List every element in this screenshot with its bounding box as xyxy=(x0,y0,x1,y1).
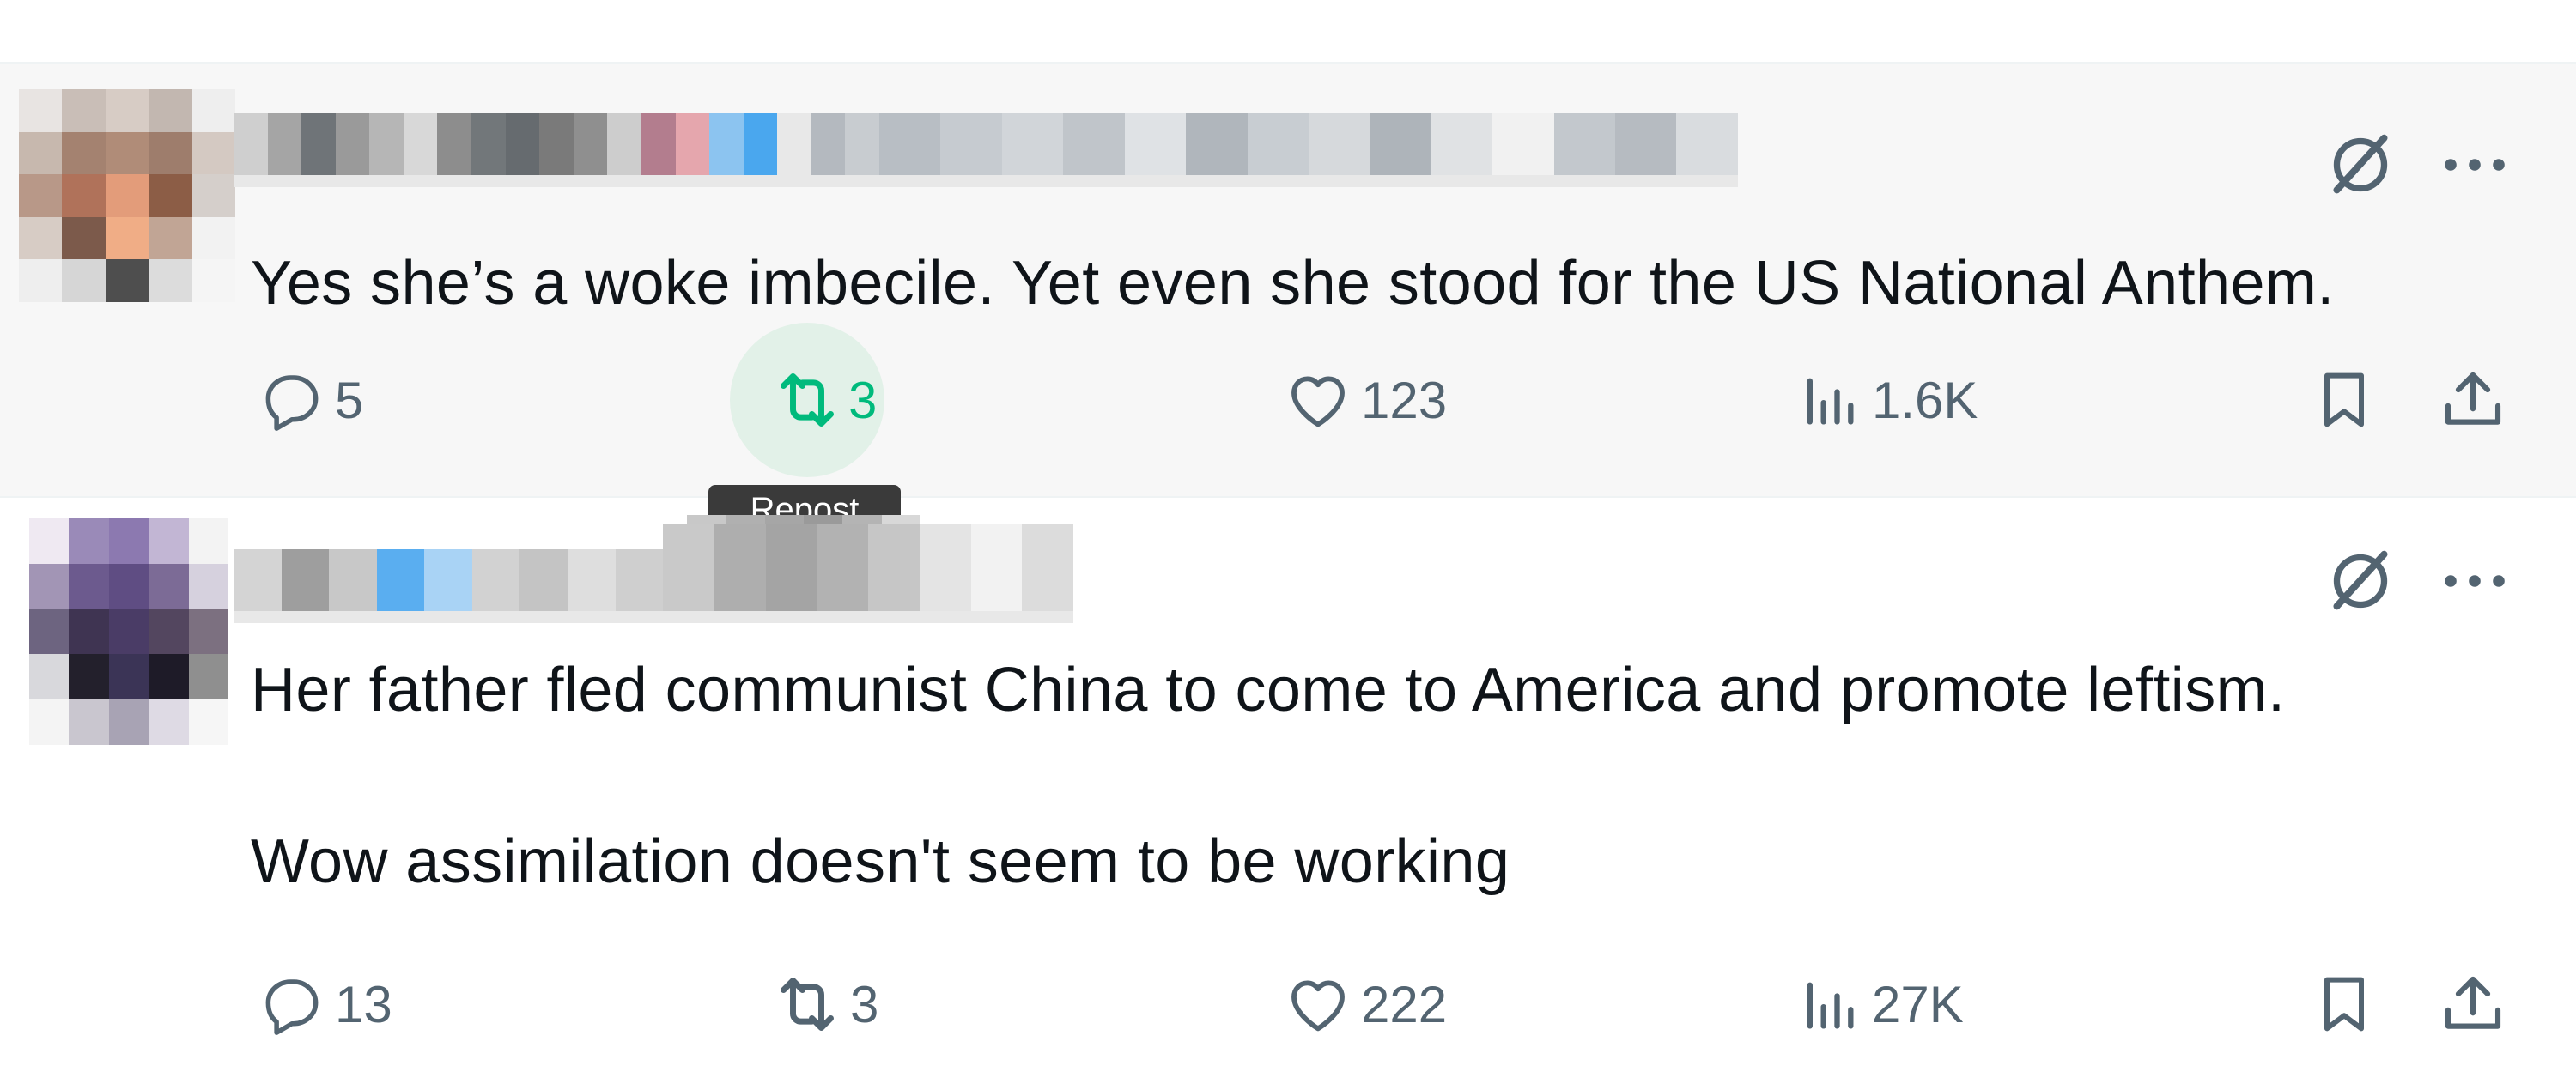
more-icon[interactable] xyxy=(2440,148,2509,182)
like-icon xyxy=(1275,961,1361,1047)
reply-button[interactable]: 13 xyxy=(249,961,392,1047)
share-icon xyxy=(2430,357,2516,443)
repost-count: 3 xyxy=(850,975,879,1033)
bookmark-button[interactable] xyxy=(2301,961,2387,1047)
views-icon xyxy=(1786,961,1872,1047)
reply-count: 13 xyxy=(335,975,392,1033)
bookmark-icon xyxy=(2301,357,2387,443)
grok-icon[interactable] xyxy=(2323,543,2398,619)
share-button[interactable] xyxy=(2430,961,2516,1047)
views-count: 27K xyxy=(1872,975,1964,1033)
bookmark-button[interactable] xyxy=(2301,357,2387,443)
like-count: 123 xyxy=(1361,371,1448,429)
views-button[interactable]: 27K xyxy=(1786,961,1964,1047)
reply-button[interactable]: 5 xyxy=(249,357,363,443)
reply-count: 5 xyxy=(335,371,364,429)
post[interactable]: Her father fled communist China to come … xyxy=(0,498,2576,1078)
repost-button[interactable]: 3 xyxy=(764,961,878,1047)
avatar[interactable] xyxy=(29,518,228,745)
like-button[interactable]: 222 xyxy=(1275,961,1447,1047)
repost-icon xyxy=(764,961,850,1047)
share-icon xyxy=(2430,961,2516,1047)
avatar[interactable] xyxy=(19,89,235,302)
post[interactable]: Yes she’s a woke imbecile. Yet even she … xyxy=(0,64,2576,496)
views-count: 1.6K xyxy=(1872,371,1978,429)
author-handle-redacted[interactable] xyxy=(879,113,1738,187)
post-text: Yes she’s a woke imbecile. Yet even she … xyxy=(251,249,2335,318)
repost-count: 3 xyxy=(848,371,878,429)
share-button[interactable] xyxy=(2430,357,2516,443)
reply-icon xyxy=(249,357,335,443)
views-button[interactable]: 1.6K xyxy=(1786,357,1978,443)
author-handle-redacted[interactable] xyxy=(663,524,1073,623)
like-button[interactable]: 123 xyxy=(1275,357,1447,443)
reply-icon xyxy=(249,961,335,1047)
post-text: Her father fled communist China to come … xyxy=(251,656,2286,896)
grok-icon[interactable] xyxy=(2323,127,2398,203)
repost-button[interactable]: 3 xyxy=(730,323,884,477)
like-icon xyxy=(1275,357,1361,443)
author-name-redacted[interactable] xyxy=(234,549,663,623)
views-icon xyxy=(1786,357,1872,443)
like-count: 222 xyxy=(1361,975,1448,1033)
more-icon[interactable] xyxy=(2440,564,2509,598)
bookmark-icon xyxy=(2301,961,2387,1047)
author-name-redacted[interactable] xyxy=(234,113,879,187)
